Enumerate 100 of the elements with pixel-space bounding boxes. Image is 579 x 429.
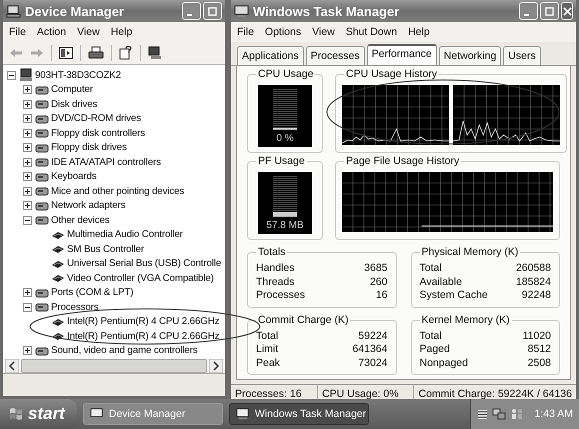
stat-label: Total bbox=[420, 330, 442, 343]
tab[interactable]: Networking bbox=[438, 46, 502, 65]
panel-icon[interactable] bbox=[59, 47, 73, 59]
stat-value: 3685 bbox=[364, 262, 388, 276]
scroll-left-icon[interactable] bbox=[5, 359, 19, 373]
tab[interactable]: Applications bbox=[237, 46, 304, 65]
expand-icon[interactable] bbox=[23, 158, 32, 167]
tree-item[interactable]: DVD/CD-ROM drives bbox=[51, 113, 141, 124]
menu-item[interactable]: File bbox=[9, 26, 26, 38]
monitor-icon bbox=[234, 4, 249, 18]
tree-item[interactable]: Other devices bbox=[51, 214, 110, 226]
start-button[interactable]: start bbox=[0, 399, 77, 429]
taskbar-button[interactable]: Windows Task Manager bbox=[228, 403, 369, 425]
expand-icon[interactable] bbox=[23, 288, 32, 298]
close-button[interactable] bbox=[561, 2, 573, 20]
group-title: CPU Usage bbox=[256, 68, 316, 80]
window-icon bbox=[236, 407, 250, 421]
collapse-icon[interactable] bbox=[7, 70, 16, 80]
menu-item[interactable]: View bbox=[77, 26, 100, 38]
tree-item[interactable]: Network adapters bbox=[51, 200, 126, 212]
expand-icon[interactable] bbox=[23, 201, 32, 210]
minimize-icon bbox=[524, 14, 529, 16]
tree-item[interactable]: Floppy disk drives bbox=[51, 142, 127, 154]
maximize-button[interactable] bbox=[540, 2, 559, 20]
computer-icon bbox=[19, 68, 33, 82]
tree-item[interactable]: Multimedia Audio Controller bbox=[67, 229, 183, 240]
menu-item[interactable]: Shut Down bbox=[346, 26, 398, 38]
clock: 1:43 AM bbox=[534, 408, 573, 420]
tab[interactable]: Processes bbox=[306, 46, 365, 65]
taskbar-button[interactable]: Device Manager bbox=[82, 403, 223, 425]
help-icon[interactable] bbox=[119, 46, 133, 60]
maximize-button[interactable] bbox=[203, 2, 222, 20]
meter-reading: 57.8 MB bbox=[266, 220, 304, 231]
window-title: Device Manager bbox=[25, 4, 124, 18]
stat-label: Paged bbox=[420, 343, 450, 356]
tree-item[interactable]: Keyboards bbox=[51, 171, 96, 182]
stat-value: 73024 bbox=[358, 356, 388, 370]
tree-item[interactable]: IDE ATA/ATAPI controllers bbox=[51, 156, 161, 168]
tree-item[interactable]: Floppy disk controllers bbox=[51, 128, 146, 139]
bars-icon[interactable] bbox=[477, 408, 488, 420]
minimize-button[interactable] bbox=[519, 2, 538, 20]
stat-label: Threads bbox=[256, 276, 295, 289]
stat-value: 59224 bbox=[358, 330, 388, 343]
tree-item[interactable]: Intel(R) Pentium(R) 4 CPU 2.66GHz bbox=[67, 316, 220, 328]
expand-icon[interactable] bbox=[23, 85, 32, 94]
menu-item[interactable]: Options bbox=[264, 26, 302, 38]
tree-item[interactable]: Ports (COM & LPT) bbox=[51, 287, 134, 298]
expand-icon[interactable] bbox=[23, 172, 32, 182]
tab[interactable]: Performance bbox=[366, 44, 437, 65]
stat-value: 260 bbox=[370, 276, 388, 289]
expand-icon[interactable] bbox=[23, 100, 32, 109]
horizontal-scrollbar[interactable] bbox=[3, 359, 225, 373]
tree-item[interactable]: Sound, video and game controllers bbox=[51, 345, 198, 356]
tree-item[interactable]: Disk drives bbox=[51, 98, 98, 110]
stat-value: 8512 bbox=[528, 343, 551, 356]
tree-item[interactable]: Mice and other pointing devices bbox=[51, 186, 184, 197]
tree-item[interactable]: SM Bus Controller bbox=[67, 244, 144, 255]
stat-label: Total bbox=[256, 330, 278, 343]
meter-reading: 0 % bbox=[276, 133, 294, 144]
menu-item[interactable]: Help bbox=[408, 26, 430, 38]
tree-item[interactable]: 903HT-38D3COZK2 bbox=[35, 70, 121, 81]
network-icon[interactable] bbox=[492, 408, 506, 420]
stat-label: Available bbox=[420, 276, 462, 289]
group-title: Commit Charge (K) bbox=[256, 314, 350, 326]
computer-icon bbox=[6, 4, 21, 18]
flag-icon bbox=[8, 406, 24, 422]
menu-item[interactable]: Action bbox=[36, 26, 66, 38]
menu-item[interactable]: File bbox=[237, 26, 254, 38]
minimize-button[interactable] bbox=[182, 2, 201, 20]
group-title: Page File Usage History bbox=[344, 155, 462, 167]
scan-computer-icon[interactable] bbox=[148, 46, 162, 60]
stat-label: Processes bbox=[256, 289, 306, 302]
tree-item[interactable]: Universal Serial Bus (USB) Controlle bbox=[67, 258, 222, 270]
tree-item[interactable]: Intel(R) Pentium(R) 4 CPU 2.66GHz bbox=[67, 330, 220, 342]
tree-item[interactable]: Computer bbox=[51, 84, 93, 96]
maximize-icon bbox=[545, 6, 554, 16]
printer-icon[interactable] bbox=[88, 46, 104, 60]
tab[interactable]: Users bbox=[503, 46, 541, 65]
collapse-icon[interactable] bbox=[23, 216, 32, 225]
menu-item[interactable]: View bbox=[312, 26, 335, 38]
stat-label: Handles bbox=[256, 262, 295, 276]
scroll-thumb[interactable] bbox=[21, 359, 207, 373]
tree-item[interactable]: Video Controller (VGA Compatible) bbox=[67, 272, 214, 284]
stat-value: 641364 bbox=[352, 343, 388, 356]
expand-icon[interactable] bbox=[23, 186, 32, 196]
menu-item[interactable]: Help bbox=[110, 26, 132, 38]
expand-icon[interactable] bbox=[23, 143, 32, 152]
tree-item[interactable]: Processors bbox=[51, 302, 98, 313]
group-title: Totals bbox=[256, 246, 288, 258]
expand-icon[interactable] bbox=[23, 346, 32, 356]
expand-icon[interactable] bbox=[23, 114, 32, 124]
stat-value: 16 bbox=[376, 289, 388, 302]
collapse-icon[interactable] bbox=[23, 302, 32, 312]
stat-value: 260588 bbox=[516, 262, 551, 276]
stat-value: 2508 bbox=[528, 356, 551, 370]
stat-value: 185824 bbox=[516, 276, 551, 289]
scroll-right-icon[interactable] bbox=[209, 359, 223, 373]
stat-label: System Cache bbox=[420, 289, 488, 302]
stat-label: Limit bbox=[256, 343, 278, 356]
expand-icon[interactable] bbox=[23, 128, 32, 138]
